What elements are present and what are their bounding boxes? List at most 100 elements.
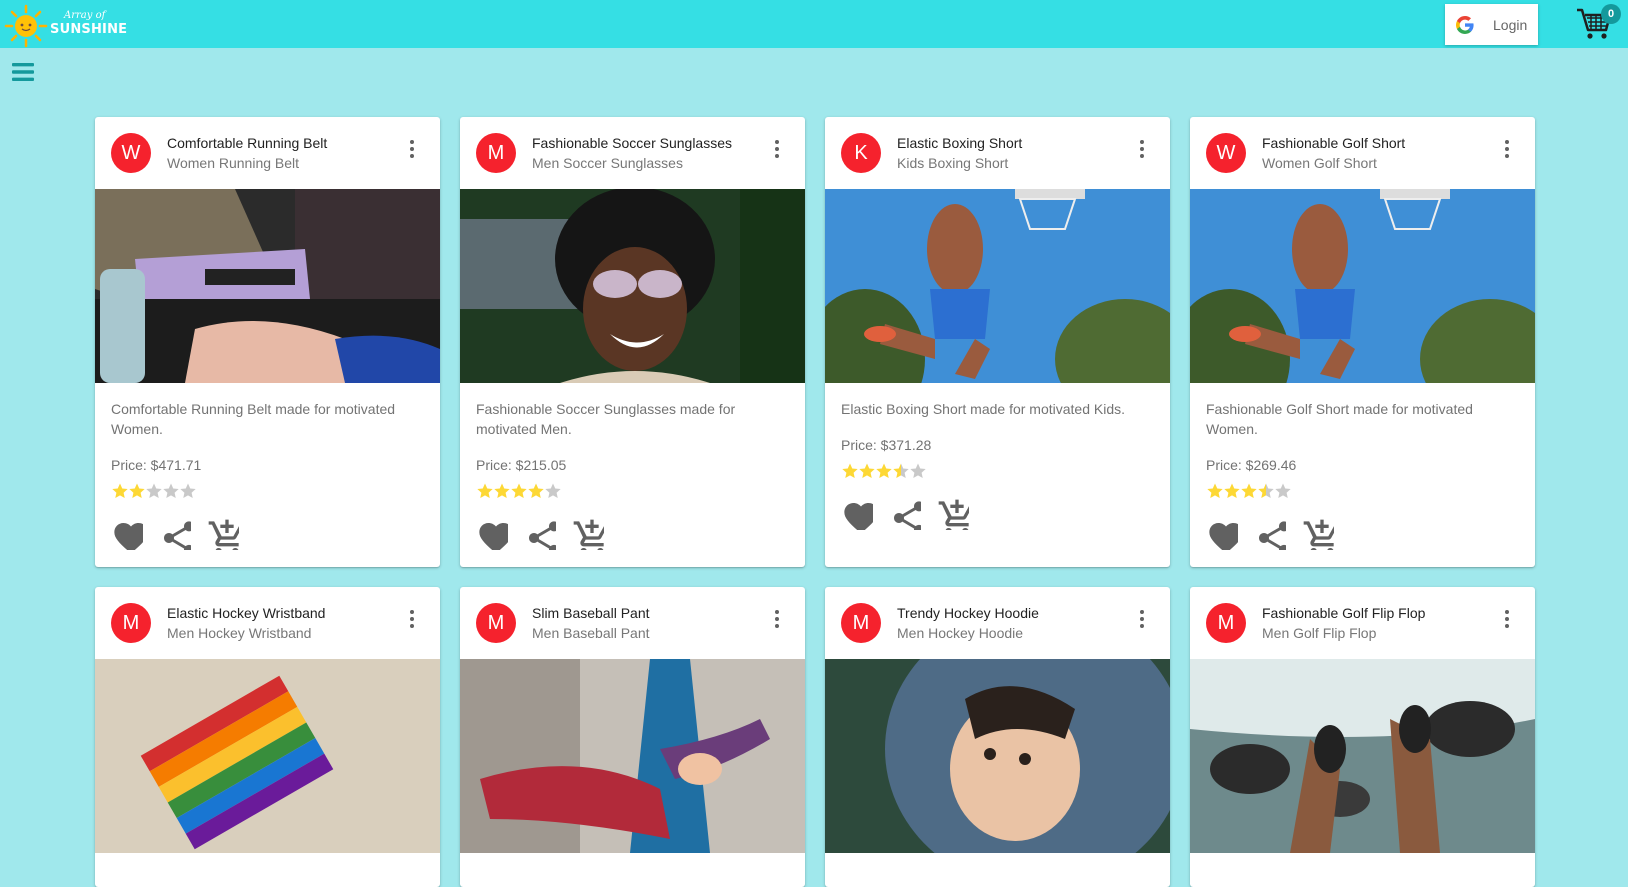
product-image <box>460 189 805 383</box>
hamburger-menu-icon <box>12 63 34 81</box>
star-icon[interactable] <box>1206 482 1224 500</box>
star-icon[interactable] <box>544 482 562 500</box>
card-header: M Fashionable Soccer Sunglasses Men Socc… <box>460 117 805 189</box>
product-card[interactable]: K Elastic Boxing Short Kids Boxing Short… <box>825 117 1170 567</box>
star-icon[interactable] <box>128 482 146 500</box>
star-icon[interactable] <box>145 482 163 500</box>
card-header: M Fashionable Golf Flip Flop Men Golf Fl… <box>1190 587 1535 659</box>
more-vert-icon[interactable] <box>1495 137 1519 161</box>
product-card[interactable]: M Fashionable Soccer Sunglasses Men Socc… <box>460 117 805 567</box>
card-actions <box>825 480 1170 540</box>
star-icon[interactable] <box>1257 482 1275 500</box>
product-subtitle: Women Golf Short <box>1262 155 1377 171</box>
google-login-button[interactable]: Login <box>1445 4 1538 45</box>
cart-button[interactable]: 0 <box>1576 4 1621 44</box>
share-icon[interactable] <box>151 510 191 550</box>
more-vert-icon[interactable] <box>400 137 424 161</box>
star-icon[interactable] <box>476 482 494 500</box>
product-subtitle: Men Hockey Hoodie <box>897 625 1024 641</box>
card-header: M Slim Baseball Pant Men Baseball Pant <box>460 587 805 659</box>
hamburger-menu-button[interactable] <box>10 58 36 86</box>
star-icon[interactable] <box>875 462 893 480</box>
favorite-icon[interactable] <box>103 510 143 550</box>
product-description: Elastic Boxing Short made for motivated … <box>841 401 1126 417</box>
star-icon[interactable] <box>909 462 927 480</box>
add-to-cart-icon[interactable] <box>199 510 239 550</box>
product-subtitle: Women Running Belt <box>167 155 300 171</box>
add-to-cart-icon[interactable] <box>1294 510 1334 550</box>
rating-stars[interactable] <box>1206 482 1519 500</box>
login-label: Login <box>1493 17 1528 33</box>
card-header: W Comfortable Running Belt Women Running… <box>95 117 440 189</box>
product-card[interactable]: M Fashionable Golf Flip Flop Men Golf Fl… <box>1190 587 1535 887</box>
sun-logo-icon <box>4 4 48 48</box>
product-title: Fashionable Soccer Sunglasses <box>532 135 733 151</box>
product-title: Comfortable Running Belt <box>167 135 328 151</box>
star-icon[interactable] <box>1274 482 1292 500</box>
share-icon[interactable] <box>1246 510 1286 550</box>
star-icon[interactable] <box>493 482 511 500</box>
product-title: Elastic Boxing Short <box>897 135 1023 151</box>
more-vert-icon[interactable] <box>765 137 789 161</box>
star-icon[interactable] <box>841 462 859 480</box>
star-icon[interactable] <box>179 482 197 500</box>
card-header: K Elastic Boxing Short Kids Boxing Short <box>825 117 1170 189</box>
card-actions <box>1190 500 1535 560</box>
product-image <box>460 659 805 853</box>
avatar: M <box>476 133 516 173</box>
product-card[interactable]: M Elastic Hockey Wristband Men Hockey Wr… <box>95 587 440 887</box>
star-icon[interactable] <box>162 482 180 500</box>
product-card[interactable]: M Slim Baseball Pant Men Baseball Pant <box>460 587 805 887</box>
star-icon[interactable] <box>111 482 129 500</box>
share-icon[interactable] <box>516 510 556 550</box>
star-icon[interactable] <box>1223 482 1241 500</box>
product-card[interactable]: W Fashionable Golf Short Women Golf Shor… <box>1190 117 1535 567</box>
product-image <box>1190 659 1535 853</box>
card-header: W Fashionable Golf Short Women Golf Shor… <box>1190 117 1535 189</box>
rating-stars[interactable] <box>841 462 1154 480</box>
favorite-icon[interactable] <box>468 510 508 550</box>
more-vert-icon[interactable] <box>1495 607 1519 631</box>
product-description: Fashionable Soccer Sunglasses made for m… <box>476 401 736 437</box>
star-icon[interactable] <box>858 462 876 480</box>
product-title: Trendy Hockey Hoodie <box>897 605 1039 621</box>
product-price: Price: $269.46 <box>1206 457 1297 473</box>
product-subtitle: Men Soccer Sunglasses <box>532 155 683 171</box>
favorite-icon[interactable] <box>1198 510 1238 550</box>
product-description: Fashionable Golf Short made for motivate… <box>1206 401 1473 437</box>
product-title: Fashionable Golf Flip Flop <box>1262 605 1426 621</box>
star-icon[interactable] <box>510 482 528 500</box>
more-vert-icon[interactable] <box>765 607 789 631</box>
star-icon[interactable] <box>892 462 910 480</box>
avatar: W <box>111 133 151 173</box>
product-image <box>95 189 440 383</box>
add-to-cart-icon[interactable] <box>564 510 604 550</box>
avatar: K <box>841 133 881 173</box>
add-to-cart-icon[interactable] <box>929 490 969 530</box>
more-vert-icon[interactable] <box>400 607 424 631</box>
rating-stars[interactable] <box>111 482 424 500</box>
avatar: M <box>111 603 151 643</box>
rating-stars[interactable] <box>476 482 789 500</box>
logo[interactable]: Array of SUNSHINE <box>4 4 127 48</box>
favorite-icon[interactable] <box>833 490 873 530</box>
product-subtitle: Kids Boxing Short <box>897 155 1009 171</box>
share-icon[interactable] <box>881 490 921 530</box>
star-icon[interactable] <box>527 482 545 500</box>
more-vert-icon[interactable] <box>1130 137 1154 161</box>
product-image <box>825 659 1170 853</box>
star-icon[interactable] <box>1240 482 1258 500</box>
product-subtitle: Men Hockey Wristband <box>167 625 312 641</box>
more-vert-icon[interactable] <box>1130 607 1154 631</box>
product-price: Price: $371.28 <box>841 437 932 453</box>
product-title: Slim Baseball Pant <box>532 605 650 621</box>
cart-count-badge: 0 <box>1601 4 1621 24</box>
logo-script-text: Array of <box>64 10 106 21</box>
product-subtitle: Men Golf Flip Flop <box>1262 625 1377 641</box>
product-card[interactable]: W Comfortable Running Belt Women Running… <box>95 117 440 567</box>
avatar: W <box>1206 133 1246 173</box>
product-card[interactable]: M Trendy Hockey Hoodie Men Hockey Hoodie <box>825 587 1170 887</box>
card-header: M Elastic Hockey Wristband Men Hockey Wr… <box>95 587 440 659</box>
google-icon <box>1456 16 1474 34</box>
card-actions <box>95 500 440 560</box>
